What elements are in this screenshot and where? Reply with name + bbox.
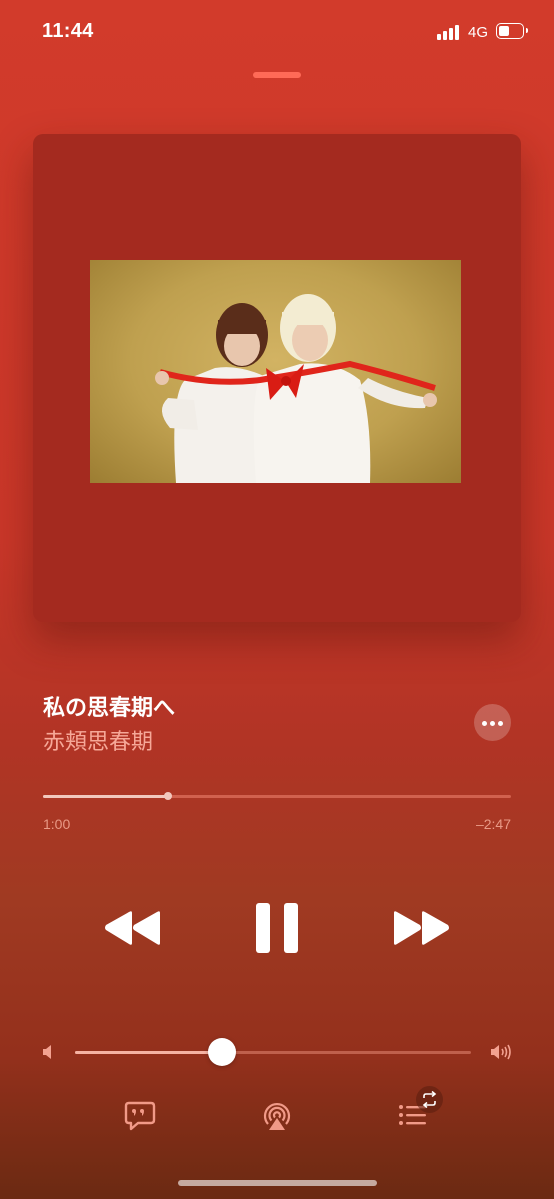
home-indicator[interactable] (178, 1180, 377, 1186)
progress-knob[interactable] (163, 792, 172, 800)
album-photo (90, 260, 461, 483)
volume-fill (75, 1051, 222, 1054)
fast-forward-icon (394, 911, 449, 945)
pause-icon (256, 903, 298, 953)
remaining-time: –2:47 (475, 816, 511, 832)
rewind-icon (105, 911, 160, 945)
album-artwork (33, 134, 521, 622)
progress-fill (43, 795, 168, 798)
repeat-icon (422, 1090, 437, 1109)
repeat-badge[interactable] (416, 1086, 443, 1113)
volume-knob[interactable] (207, 1038, 236, 1066)
speaker-high-icon (491, 1044, 511, 1060)
pause-button[interactable] (255, 902, 299, 954)
ellipsis-icon (482, 721, 487, 726)
battery-icon (496, 23, 528, 39)
elapsed-time: 1:00 (43, 816, 71, 832)
sheet-grabber[interactable] (253, 72, 301, 78)
track-title: 私の思春期へ (43, 695, 176, 720)
track-artist[interactable]: 赤頬思春期 (43, 724, 153, 756)
signal-bars-icon (437, 24, 465, 40)
lyrics-quote-icon (124, 1101, 156, 1131)
lyrics-button[interactable] (124, 1101, 156, 1131)
fast-forward-button[interactable] (392, 910, 450, 946)
more-options-button[interactable] (474, 704, 511, 741)
status-time: 11:44 (42, 20, 94, 42)
network-label: 4G (468, 24, 489, 41)
rewind-button[interactable] (104, 910, 162, 946)
airplay-button[interactable] (261, 1100, 293, 1132)
speaker-low-icon (43, 1045, 51, 1059)
